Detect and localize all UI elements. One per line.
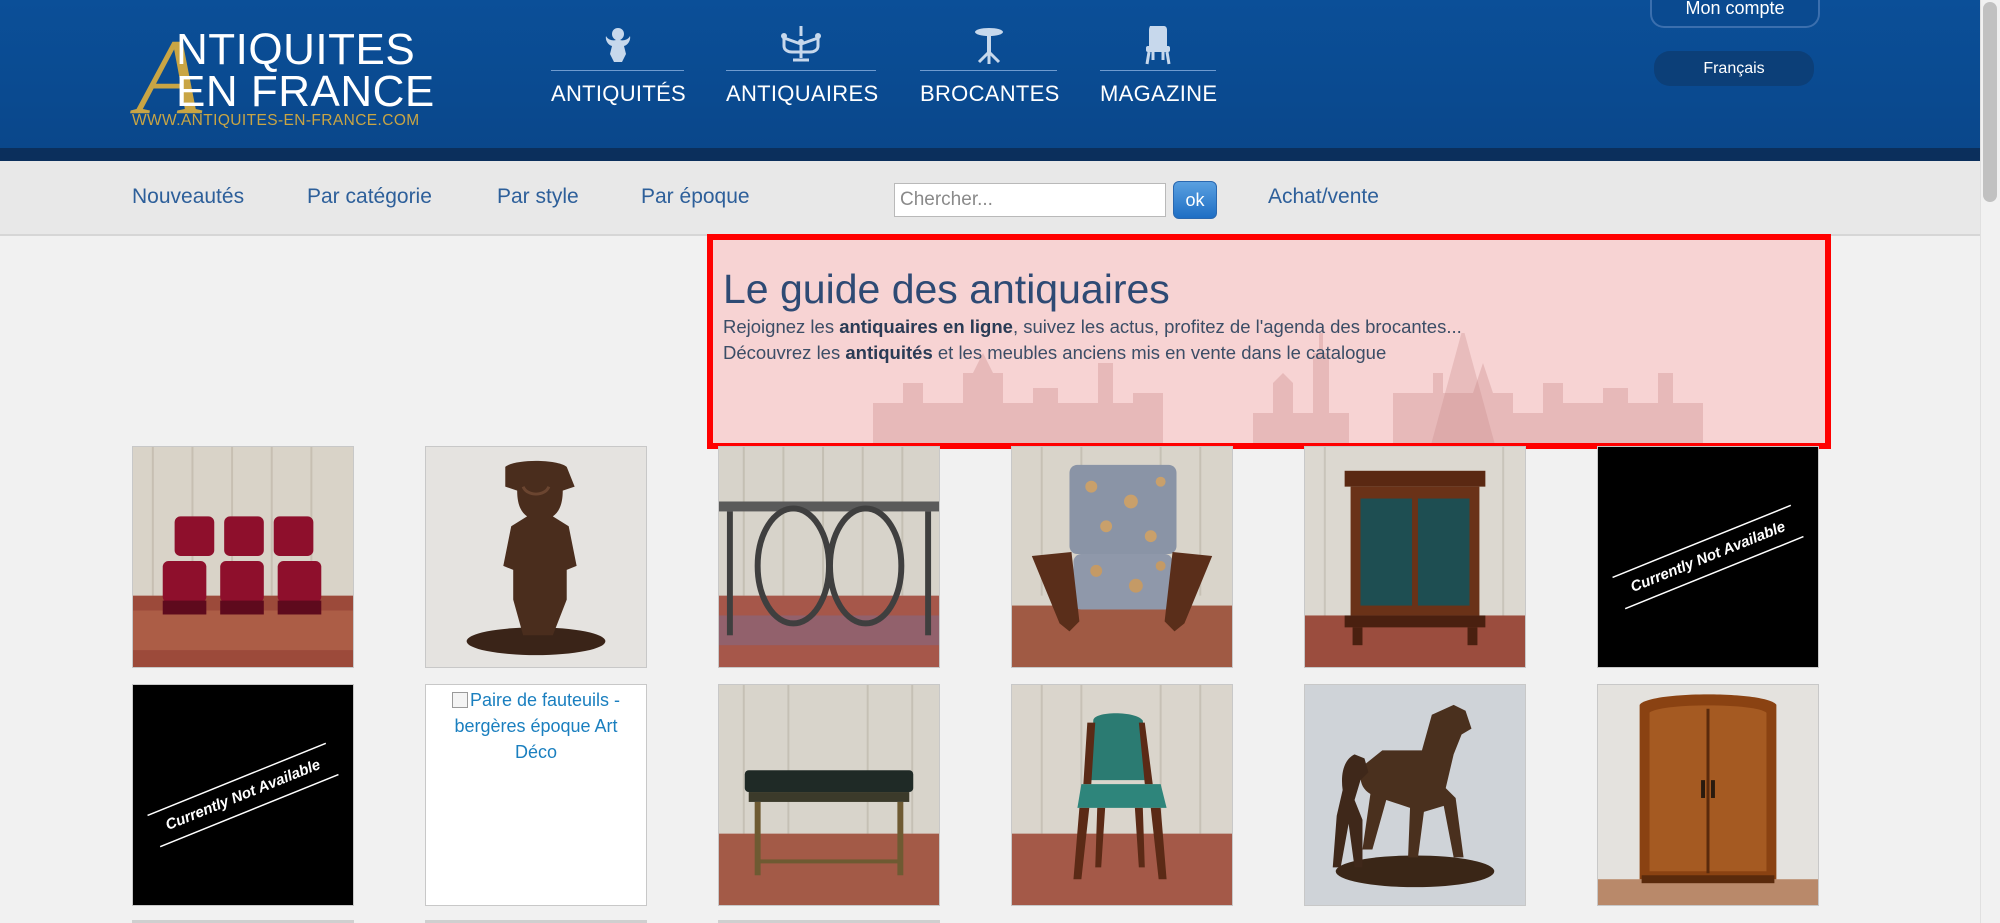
- search-ok-button[interactable]: ok: [1173, 181, 1217, 219]
- guide-line-2: Découvrez les antiquités et les meubles …: [723, 342, 1386, 364]
- guide-banner: Le guide des antiquaires Rejoignez les a…: [707, 234, 1831, 449]
- product-image: [1305, 685, 1525, 905]
- guide-line-1-link[interactable]: antiquaires en ligne: [839, 316, 1013, 337]
- product-tile-not-available[interactable]: Currently Not Available: [132, 684, 354, 906]
- nav-label: ANTIQUAIRES: [726, 81, 879, 106]
- product-tile-console-table[interactable]: [718, 446, 940, 668]
- main-nav-magazine[interactable]: MAGAZINE: [1100, 24, 1218, 107]
- product-image: [1305, 447, 1525, 667]
- cherub-icon: [551, 24, 684, 66]
- pedestal-table-icon: [920, 24, 1057, 66]
- main-nav-antiquaires[interactable]: ANTIQUAIRES: [726, 24, 879, 107]
- logo-line1: NTIQUITES: [176, 25, 416, 74]
- chair-icon: [1100, 24, 1216, 66]
- sub-nav: Nouveautés Par catégorie Par style Par é…: [0, 161, 1980, 236]
- logo-line2: EN FRANCE: [176, 67, 435, 116]
- nav-rule: [551, 70, 684, 71]
- product-image: [719, 685, 939, 905]
- guide-line-1-post: , suivez les actus, profitez de l'agenda…: [1012, 316, 1462, 337]
- nav-rule: [920, 70, 1057, 71]
- guide-line-2-pre: Découvrez les: [723, 342, 846, 363]
- product-image: [133, 447, 353, 667]
- header-stripe: [0, 148, 1980, 161]
- subnav-par-epoque[interactable]: Par époque: [641, 185, 750, 209]
- main-nav-antiquites[interactable]: ANTIQUITÉS: [551, 24, 687, 107]
- site-logo[interactable]: A NTIQUITES EN FRANCE WWW.ANTIQUITES-EN-…: [130, 24, 440, 132]
- product-tile-bookcase[interactable]: [1304, 446, 1526, 668]
- scrollbar-thumb[interactable]: [1983, 2, 1997, 202]
- product-image: [1012, 685, 1232, 905]
- language-selector[interactable]: Français: [1654, 51, 1814, 86]
- guide-line-2-post: et les meubles anciens mis en vente dans…: [932, 342, 1387, 363]
- nav-rule: [1100, 70, 1216, 71]
- product-tile-armoire[interactable]: [1597, 684, 1819, 906]
- product-tile-chairs-red[interactable]: [132, 446, 354, 668]
- guide-line-1: Rejoignez les antiquaires en ligne, suiv…: [723, 316, 1462, 338]
- guide-line-2-link[interactable]: antiquités: [845, 342, 932, 363]
- product-tile-horses-bronze[interactable]: [1304, 684, 1526, 906]
- subnav-par-categorie[interactable]: Par catégorie: [307, 185, 432, 209]
- guide-title: Le guide des antiquaires: [723, 266, 1170, 312]
- product-image: [719, 447, 939, 667]
- product-image: [1598, 685, 1818, 905]
- product-tile-armchair-floral[interactable]: [1011, 446, 1233, 668]
- subnav-achat-vente[interactable]: Achat/vente: [1268, 185, 1379, 209]
- my-account-button[interactable]: Mon compte: [1650, 0, 1820, 28]
- main-nav-brocantes[interactable]: BROCANTES: [920, 24, 1060, 107]
- product-image-alt[interactable]: Paire de fauteuils - bergères époque Art…: [454, 690, 620, 762]
- subnav-nouveautes[interactable]: Nouveautés: [132, 185, 244, 209]
- chandelier-icon: [726, 24, 876, 66]
- product-tile-side-table[interactable]: [718, 684, 940, 906]
- product-tile-bronze-statue[interactable]: [425, 446, 647, 668]
- nav-label: BROCANTES: [920, 81, 1060, 106]
- broken-image-icon: [451, 692, 468, 708]
- site-header: A NTIQUITES EN FRANCE WWW.ANTIQUITES-EN-…: [0, 0, 1980, 161]
- nav-label: MAGAZINE: [1100, 81, 1218, 106]
- guide-line-1-pre: Rejoignez les: [723, 316, 840, 337]
- product-image: [426, 447, 646, 667]
- product-tile-chair-green[interactable]: [1011, 684, 1233, 906]
- product-tile-broken-image[interactable]: Paire de fauteuils - bergères époque Art…: [425, 684, 647, 906]
- search-input[interactable]: [894, 183, 1166, 217]
- subnav-par-style[interactable]: Par style: [497, 185, 579, 209]
- product-image: [1012, 447, 1232, 667]
- product-tile-not-available[interactable]: Currently Not Available: [1597, 446, 1819, 668]
- nav-rule: [726, 70, 876, 71]
- nav-label: ANTIQUITÉS: [551, 81, 687, 106]
- logo-url: WWW.ANTIQUITES-EN-FRANCE.COM: [132, 112, 420, 129]
